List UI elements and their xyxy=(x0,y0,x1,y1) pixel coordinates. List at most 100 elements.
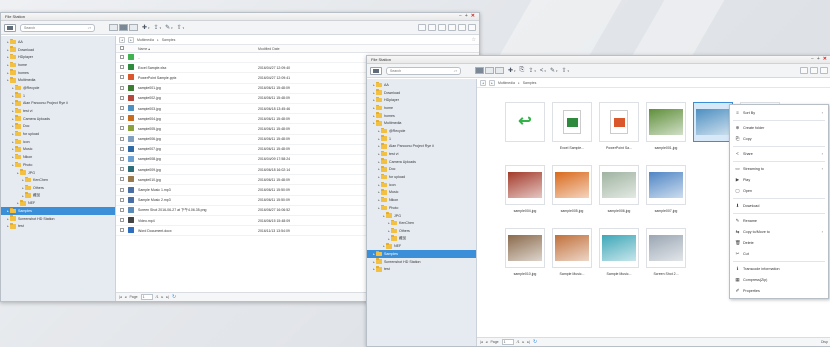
tree-item[interactable]: ▸ AA xyxy=(367,81,476,89)
prev-page-button[interactable]: ◂ xyxy=(486,340,488,344)
row-checkbox[interactable] xyxy=(120,136,124,141)
tree-item[interactable]: ▸ test xyxy=(1,223,115,231)
thumbnail-tile[interactable]: Sample Music... xyxy=(552,228,592,276)
tree-item[interactable]: ▸ test xyxy=(367,266,476,274)
tree-item[interactable]: ▸ Screenshot HD Station xyxy=(1,215,115,223)
breadcrumb-item[interactable]: Samples xyxy=(162,38,176,42)
forward-button[interactable]: ▸ xyxy=(128,37,134,43)
row-checkbox[interactable] xyxy=(120,106,124,111)
minimize-button[interactable]: − xyxy=(459,14,462,19)
view-details-button[interactable] xyxy=(129,24,138,31)
tree-item[interactable]: ▸ Multimedia xyxy=(367,119,476,127)
tree-item[interactable]: ▸ KenChen xyxy=(1,176,115,184)
view-list-button[interactable] xyxy=(485,67,494,74)
breadcrumb-item[interactable]: Multimedia xyxy=(498,81,515,85)
page-input[interactable]: 1 xyxy=(140,294,153,300)
tree-item[interactable]: ▸ Others xyxy=(1,184,115,192)
tree-item[interactable]: ▸ 1 xyxy=(1,92,115,100)
search-box[interactable]: ⌕▾ xyxy=(386,66,461,75)
row-checkbox[interactable] xyxy=(120,85,124,90)
tree-item[interactable]: ▸ Nikon xyxy=(367,196,476,204)
tools-icon[interactable]: ✎ ▾ xyxy=(550,67,558,74)
thumbnail-tile[interactable]: sample007.jpg xyxy=(646,165,686,213)
context-menu-item[interactable]: ⬇ Download xyxy=(730,200,828,211)
next-page-button[interactable]: ▸ xyxy=(523,340,525,344)
sidebar-toggle-button[interactable] xyxy=(370,66,382,75)
tree-item[interactable]: ▸ home xyxy=(1,61,115,69)
context-menu-item[interactable]: ⇆ Copy to/Move to › xyxy=(730,226,828,237)
tree-item[interactable]: ▸ HDplayer xyxy=(367,96,476,104)
view-list-button[interactable] xyxy=(119,24,128,31)
thumbnail-tile[interactable]: Excel Sample... xyxy=(552,102,592,150)
thumbnail-tile[interactable] xyxy=(693,102,733,146)
toolbar-right-button-3[interactable] xyxy=(438,24,446,31)
tree-item[interactable]: ▸ Alan Panoonu Project Rye ii xyxy=(367,143,476,151)
favorite-icon[interactable]: ☆ xyxy=(472,37,476,43)
row-checkbox[interactable] xyxy=(120,55,124,60)
row-checkbox[interactable] xyxy=(120,177,124,182)
upload-icon[interactable]: ⇪ ▾ xyxy=(154,24,162,31)
row-checkbox[interactable] xyxy=(120,167,124,172)
tree-item[interactable]: ▸ homes xyxy=(1,69,115,77)
context-menu-item[interactable]: ▦ Compress(Zip) xyxy=(730,274,828,285)
tree-item[interactable]: ▸ NEF xyxy=(367,242,476,250)
upload-icon[interactable]: ⇪ ▾ xyxy=(528,67,536,74)
toolbar-right-button-3[interactable] xyxy=(820,67,828,74)
tree-item[interactable]: ▸ home xyxy=(367,104,476,112)
tree-item[interactable]: ▸ Others xyxy=(367,227,476,235)
tree-item[interactable]: ▸ KenChen xyxy=(367,219,476,227)
tree-item[interactable]: ▸ Multimedia xyxy=(1,76,115,84)
thumbnail-tile[interactable]: Sample Music... xyxy=(599,228,639,276)
view-details-button[interactable] xyxy=(495,67,504,74)
context-menu-item[interactable]: ✎ Rename xyxy=(730,215,828,226)
toolbar-right-button-6[interactable] xyxy=(468,24,476,31)
back-button[interactable]: ◂ xyxy=(119,37,125,43)
tree-item[interactable]: ▸ AA xyxy=(1,38,115,46)
context-menu-item[interactable]: 🗑 Delete xyxy=(730,237,828,248)
row-checkbox[interactable] xyxy=(120,126,124,131)
thumbnail-tile[interactable]: ↩ xyxy=(505,102,545,146)
context-menu-item[interactable]: ▢ Open xyxy=(730,185,828,196)
tree-item[interactable]: ▸ for upload xyxy=(367,173,476,181)
context-menu-item[interactable]: < Share › xyxy=(730,148,828,159)
last-page-button[interactable]: ▸| xyxy=(527,340,530,344)
back-button[interactable]: ◂ xyxy=(480,80,486,86)
thumbnail-tile[interactable]: sample005.jpg xyxy=(552,165,592,213)
row-checkbox[interactable] xyxy=(120,228,124,233)
tree-item[interactable]: ▸ Music xyxy=(1,146,115,154)
toolbar-right-button-5[interactable] xyxy=(458,24,466,31)
tree-item[interactable]: ▸ test vi xyxy=(1,107,115,115)
last-page-button[interactable]: ▸| xyxy=(166,295,169,299)
forward-button[interactable]: ▸ xyxy=(489,80,495,86)
thumbnail-tile[interactable]: sample001.jpg xyxy=(646,102,686,150)
next-page-button[interactable]: ▸ xyxy=(162,295,164,299)
tree-item[interactable]: ▸ Screenshot HD Station xyxy=(367,258,476,266)
thumbnail-tile[interactable]: sample004.jpg xyxy=(505,165,545,213)
tree-item[interactable]: ▸ Doc xyxy=(367,166,476,174)
tree-item[interactable]: ▸ 1 xyxy=(367,135,476,143)
share-icon[interactable]: ⇧ ▾ xyxy=(177,24,185,31)
tree-item[interactable]: ▸ Camera Uploads xyxy=(1,115,115,123)
context-menu-item[interactable]: ✐ Properties xyxy=(730,285,828,296)
tree-item[interactable]: ▸ Photo xyxy=(367,204,476,212)
row-checkbox[interactable] xyxy=(120,95,124,100)
tree-item[interactable]: ▸ icon xyxy=(1,138,115,146)
tree-item[interactable]: ▸ Camera Uploads xyxy=(367,158,476,166)
row-checkbox[interactable] xyxy=(120,116,124,121)
create-icon[interactable]: ✚ ▾ xyxy=(508,67,516,74)
tree-item[interactable]: ▸ icon xyxy=(367,181,476,189)
thumbnail-tile[interactable]: PowerPoint Sa... xyxy=(599,102,639,150)
tree-item[interactable]: ▸ NEF xyxy=(1,199,115,207)
toolbar-right-button-1[interactable] xyxy=(418,24,426,31)
refresh-icon[interactable]: ↻ xyxy=(533,339,537,345)
tree-item[interactable]: ▸ Download xyxy=(367,89,476,97)
row-checkbox[interactable] xyxy=(120,65,124,70)
first-page-button[interactable]: |◂ xyxy=(119,295,122,299)
thumbnail-tile[interactable]: sample006.jpg xyxy=(599,165,639,213)
close-button[interactable]: ✕ xyxy=(471,14,475,19)
tools-icon[interactable]: ✎ ▾ xyxy=(165,24,173,31)
row-checkbox[interactable] xyxy=(120,197,124,202)
row-checkbox[interactable] xyxy=(120,156,124,161)
tree-item[interactable]: ▸ Photo xyxy=(1,161,115,169)
view-thumbnail-button[interactable] xyxy=(109,24,118,31)
